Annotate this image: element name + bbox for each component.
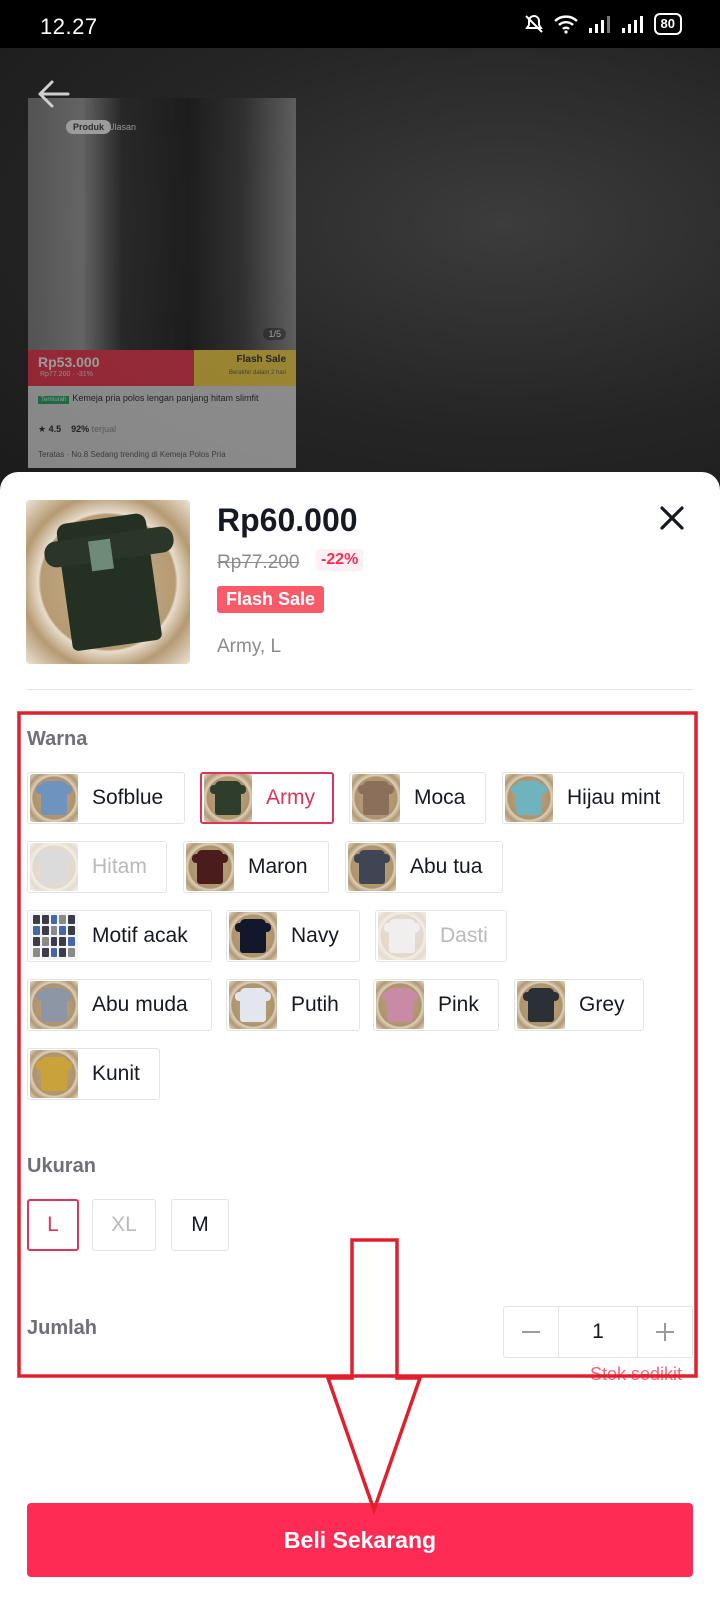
color-option-label: Sofblue: [92, 786, 164, 809]
minus-icon: [522, 1331, 540, 1333]
color-swatch: [30, 912, 78, 960]
size-option-l[interactable]: L: [27, 1199, 79, 1251]
battery-indicator: 80: [653, 13, 682, 35]
color-option-abu-muda[interactable]: Abu muda: [27, 979, 212, 1031]
close-icon[interactable]: [656, 502, 688, 534]
color-option-label: Putih: [291, 993, 339, 1016]
discount-badge: -22%: [316, 549, 364, 571]
color-option-moca[interactable]: Moca: [349, 772, 486, 824]
preview-flash-old: Rp77.200 · -31%: [40, 371, 93, 378]
product-price: Rp60.000: [217, 502, 358, 538]
color-option-label: Kunit: [92, 1062, 140, 1085]
preview-trending: Teratas · No.8 Sedang trending di Kemeja…: [38, 450, 226, 459]
preview-sold: 92%: [71, 424, 90, 434]
preview-flash-price: Rp53.000: [38, 354, 100, 370]
color-swatch: [376, 981, 424, 1029]
color-option-label: Navy: [291, 924, 339, 947]
color-swatch: [348, 843, 396, 891]
color-option-dasti[interactable]: Dasti: [375, 910, 507, 962]
buy-now-button[interactable]: Beli Sekarang: [27, 1503, 693, 1577]
color-option-label: Dasti: [440, 924, 488, 947]
variant-bottom-sheet: Rp60.000 Rp77.200 -22% Flash Sale Army, …: [0, 472, 720, 1600]
preview-title: Termurah Kemeja pria polos lengan panjang…: [38, 392, 278, 407]
quantity-stepper: 1: [503, 1306, 693, 1358]
color-swatch: [517, 981, 565, 1029]
divider: [26, 689, 694, 690]
color-option-label: Motif acak: [92, 924, 188, 947]
original-price: Rp77.200: [217, 552, 300, 573]
stock-note: Stok sedikit: [590, 1364, 683, 1384]
color-swatch: [229, 981, 277, 1029]
preview-image-counter: 1/5: [263, 328, 286, 340]
color-option-army[interactable]: Army: [200, 772, 334, 824]
preview-rating: ★ 4.5 92% terjual: [38, 424, 117, 434]
increase-button[interactable]: [638, 1307, 692, 1357]
mute-icon: [524, 14, 543, 33]
color-option-maron[interactable]: Maron: [183, 841, 329, 893]
size-option-m[interactable]: M: [171, 1199, 229, 1251]
color-option-label: Abu muda: [92, 993, 188, 1016]
status-time: 12.27: [40, 14, 98, 39]
flash-sale-badge: Flash Sale: [217, 586, 325, 613]
quantity-value[interactable]: 1: [558, 1307, 638, 1357]
size-section-label: Ukuran: [27, 1155, 96, 1177]
color-option-hijau-mint[interactable]: Hijau mint: [502, 772, 684, 824]
color-swatch: [30, 1050, 78, 1098]
color-option-label: Abu tua: [410, 855, 483, 878]
preview-title-text: Kemeja pria polos lengan panjang hitam s…: [72, 393, 259, 403]
color-option-label: Hijau mint: [567, 786, 661, 809]
color-swatch: [229, 912, 277, 960]
color-swatch: [30, 843, 78, 891]
status-bar: 12.27 80: [0, 0, 720, 48]
preview-photo: [28, 98, 296, 350]
status-icons: 80: [524, 13, 682, 35]
color-swatch: [186, 843, 234, 891]
color-swatch: [378, 912, 426, 960]
color-option-pink[interactable]: Pink: [373, 979, 499, 1031]
preview-badge: Termurah: [38, 396, 70, 404]
preview-rating-value: 4.5: [48, 424, 62, 434]
quantity-label: Jumlah: [27, 1317, 98, 1339]
color-option-label: Army: [266, 786, 315, 809]
color-swatch: [352, 774, 400, 822]
preview-flash-sub: Berakhir dalam 2 hari: [228, 370, 286, 376]
selected-variant: Army, L: [217, 636, 282, 657]
color-option-grey[interactable]: Grey: [514, 979, 644, 1031]
preview-flash-label: Flash Sale: [236, 354, 286, 365]
wifi-icon: [553, 15, 578, 34]
screen: 12.27 80 Produk Ulasan 1/5 Rp53.000 Rp77…: [0, 0, 720, 1600]
color-swatch: [30, 774, 78, 822]
color-option-abu-tua[interactable]: Abu tua: [345, 841, 503, 893]
color-option-hitam[interactable]: Hitam: [27, 841, 167, 893]
color-option-sofblue[interactable]: Sofblue: [27, 772, 185, 824]
color-swatch: [505, 774, 553, 822]
preview-flash-banner: Rp53.000 Rp77.200 · -31% Flash Sale Bera…: [28, 350, 296, 386]
signal-icon: [588, 16, 610, 33]
back-arrow-icon[interactable]: [34, 74, 74, 114]
preview-tab-other: Ulasan: [108, 122, 137, 132]
product-thumbnail: [26, 500, 190, 664]
preview-tab-active: Produk: [66, 120, 112, 134]
color-swatch: [30, 981, 78, 1029]
size-option-xl[interactable]: XL: [92, 1199, 156, 1251]
color-option-label: Hitam: [92, 855, 147, 878]
color-option-label: Pink: [438, 993, 479, 1016]
color-swatch: [204, 774, 252, 822]
color-section-label: Warna: [27, 728, 88, 750]
color-option-navy[interactable]: Navy: [226, 910, 360, 962]
color-option-label: Grey: [579, 993, 625, 1016]
color-option-kunit[interactable]: Kunit: [27, 1048, 160, 1100]
product-preview-card: Produk Ulasan 1/5 Rp53.000 Rp77.200 · -3…: [28, 98, 296, 468]
preview-sold-label: terjual: [91, 424, 117, 434]
decrease-button[interactable]: [504, 1307, 558, 1357]
color-option-label: Maron: [248, 855, 308, 878]
color-option-label: Moca: [414, 786, 466, 809]
signal-icon-2: [621, 16, 643, 33]
color-option-motif-acak[interactable]: Motif acak: [27, 910, 212, 962]
plus-icon: [656, 1323, 674, 1341]
color-option-putih[interactable]: Putih: [226, 979, 360, 1031]
